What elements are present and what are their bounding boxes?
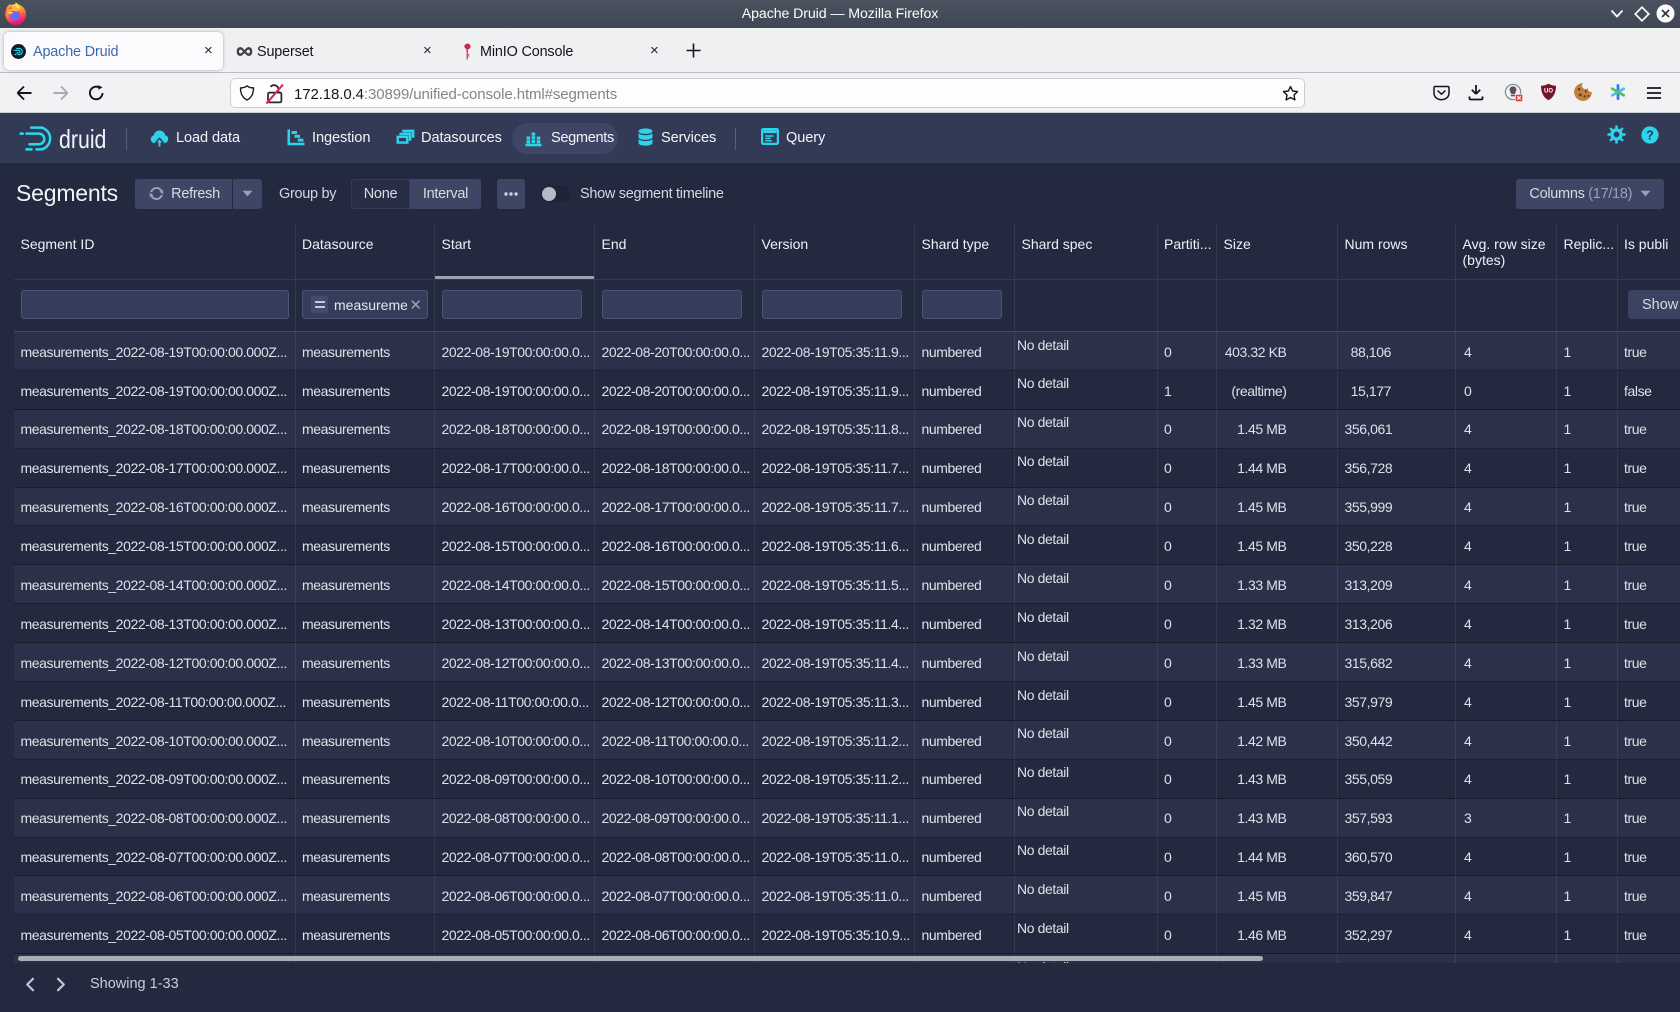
- svg-text:UO: UO: [1544, 89, 1553, 95]
- svg-text:?: ?: [1646, 128, 1654, 142]
